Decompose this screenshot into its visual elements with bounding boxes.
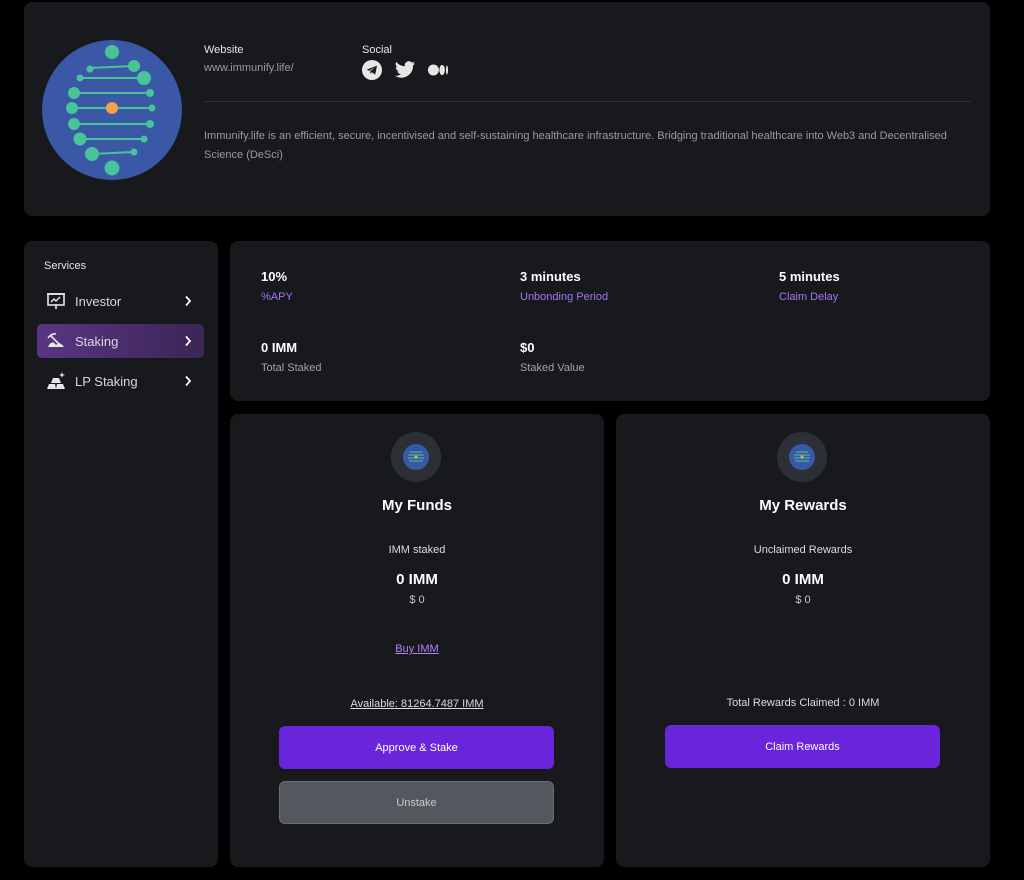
- telegram-icon[interactable]: [361, 59, 383, 81]
- sidebar-item-label: LP Staking: [75, 374, 138, 389]
- token-avatar: [777, 432, 827, 482]
- my-rewards-card: My Rewards Unclaimed Rewards 0 IMM $ 0 T…: [616, 414, 990, 867]
- unstake-button[interactable]: Unstake: [279, 781, 554, 824]
- token-avatar: [391, 432, 441, 482]
- my-funds-title: My Funds: [382, 497, 452, 514]
- chevron-right-icon: [185, 295, 192, 307]
- apy-label: %APY: [261, 291, 293, 303]
- header-divider: [204, 101, 971, 102]
- social-links: [361, 59, 449, 81]
- social-label: Social: [362, 44, 392, 56]
- total-staked-label: Total Staked: [261, 362, 322, 374]
- website-link[interactable]: www.immunify.life/: [204, 62, 294, 74]
- services-title: Services: [44, 260, 87, 272]
- apy-value: 10%: [261, 269, 288, 284]
- claim-delay-label: Claim Delay: [779, 291, 839, 303]
- gold-bars-icon: [47, 372, 65, 389]
- chevron-right-icon: [185, 335, 192, 347]
- my-rewards-title: My Rewards: [759, 497, 847, 514]
- staking-pickaxe-icon: [47, 333, 64, 347]
- my-funds-card: My Funds IMM staked 0 IMM $ 0 Buy IMM Av…: [230, 414, 604, 867]
- project-logo: [42, 40, 182, 180]
- chevron-right-icon: [185, 375, 192, 387]
- sidebar-item-lp-staking[interactable]: LP Staking: [37, 364, 204, 398]
- rewards-amount: 0 IMM: [782, 571, 824, 588]
- twitter-icon[interactable]: [394, 59, 416, 81]
- website-label: Website: [204, 44, 244, 56]
- sidebar-item-investor[interactable]: Investor: [37, 284, 204, 318]
- available-balance[interactable]: Available: 81264.7487 IMM: [230, 698, 604, 710]
- sidebar-item-label: Investor: [75, 294, 122, 309]
- project-header-card: Website www.immunify.life/ Social Immuni…: [24, 2, 990, 216]
- token-logo-icon: [789, 444, 815, 470]
- unbonding-label: Unbonding Period: [520, 291, 609, 303]
- claim-delay-value: 5 minutes: [779, 269, 840, 284]
- staked-amount: 0 IMM: [396, 571, 438, 588]
- medium-icon[interactable]: [427, 59, 449, 81]
- buy-imm-link[interactable]: Buy IMM: [230, 643, 604, 655]
- rewards-usd-value: $ 0: [795, 594, 811, 606]
- claim-rewards-button[interactable]: Claim Rewards: [665, 725, 940, 768]
- imm-staked-label: IMM staked: [388, 544, 446, 556]
- staking-stats-card: 10% %APY 3 minutes Unbonding Period 5 mi…: [230, 241, 990, 401]
- approve-stake-button[interactable]: Approve & Stake: [279, 726, 554, 769]
- sidebar-item-staking[interactable]: Staking: [37, 324, 204, 358]
- staked-value-label: Staked Value: [520, 362, 585, 374]
- unclaimed-rewards-label: Unclaimed Rewards: [753, 544, 853, 556]
- staked-usd-value: $ 0: [409, 594, 425, 606]
- total-staked-value: 0 IMM: [261, 340, 298, 355]
- services-sidebar: Services Investor Staking LP Staking: [24, 241, 218, 867]
- sidebar-item-label: Staking: [75, 334, 119, 349]
- unbonding-value: 3 minutes: [520, 269, 581, 284]
- project-description: Immunify.life is an efficient, secure, i…: [204, 130, 947, 161]
- presentation-board-icon: [47, 293, 65, 309]
- token-logo-icon: [403, 444, 429, 470]
- staked-value-value: $0: [520, 340, 535, 355]
- total-rewards-claimed: Total Rewards Claimed : 0 IMM: [726, 697, 880, 709]
